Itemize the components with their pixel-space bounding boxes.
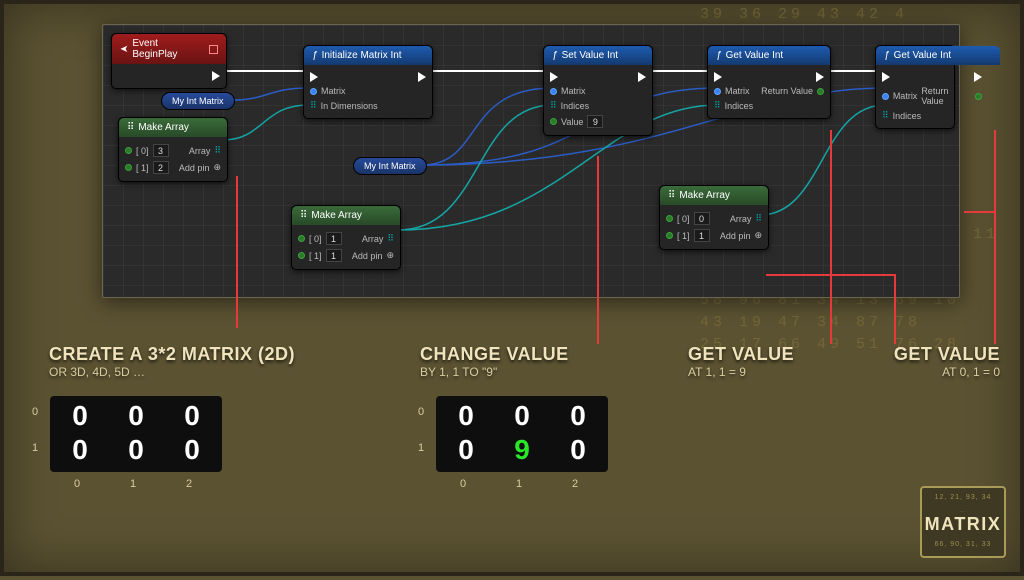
array-input[interactable]: 0: [694, 212, 710, 225]
annotation-get2: GET VALUE AT 0, 1 = 0: [860, 344, 1000, 379]
make-array-node-2[interactable]: ⠿Make Array [ 0]1Array⠿ [ 1]1Add pin⊕: [291, 205, 401, 270]
node-header: ➤Event BeginPlay: [112, 34, 226, 64]
get-value-node-2[interactable]: ƒGet Value Int MatrixReturn Value ⠿Indic…: [875, 45, 955, 129]
leader-line: [597, 156, 599, 344]
array-input[interactable]: 2: [153, 161, 169, 174]
leader-line: [894, 274, 896, 344]
matrix-2: 000 090 0 1 0 1 2: [436, 396, 608, 472]
make-array-node-3[interactable]: ⠿Make Array [ 0]0Array⠿ [ 1]1Add pin⊕: [659, 185, 769, 250]
leader-line: [766, 274, 896, 276]
array-input[interactable]: 1: [326, 249, 342, 262]
get-value-node-1[interactable]: ƒGet Value Int MatrixReturn Value ⠿Indic…: [707, 45, 831, 119]
matrix-1: 000 000 0 1 0 1 2: [50, 396, 222, 472]
set-value-node[interactable]: ƒSet Value Int Matrix ⠿Indices Value9: [543, 45, 653, 136]
matrix-logo: 12, 21, 93, 34 … MATRIX 66, 90, 31, 33: [920, 486, 1006, 558]
event-beginplay-node[interactable]: ➤Event BeginPlay: [111, 33, 227, 89]
initialize-matrix-node[interactable]: ƒInitialize Matrix Int Matrix ⠿In Dimens…: [303, 45, 433, 119]
leader-line: [994, 130, 996, 344]
array-input[interactable]: 1: [326, 232, 342, 245]
variable-pill-2[interactable]: My Int Matrix: [353, 157, 427, 175]
make-array-node-1[interactable]: ⠿Make Array [ 0]3Array⠿ [ 1]2Add pin⊕: [118, 117, 228, 182]
array-input[interactable]: 1: [694, 229, 710, 242]
leader-line: [964, 211, 996, 213]
variable-pill-1[interactable]: My Int Matrix: [161, 92, 235, 110]
annotation-create: CREATE A 3*2 MATRIX (2D) OR 3D, 4D, 5D …: [49, 344, 295, 379]
annotation-get1: GET VALUE AT 1, 1 = 9: [688, 344, 794, 379]
annotation-change: CHANGE VALUE BY 1, 1 TO "9": [420, 344, 569, 379]
array-input[interactable]: 3: [153, 144, 169, 157]
leader-line: [830, 130, 832, 344]
leader-line: [236, 176, 238, 328]
value-input[interactable]: 9: [587, 115, 603, 128]
